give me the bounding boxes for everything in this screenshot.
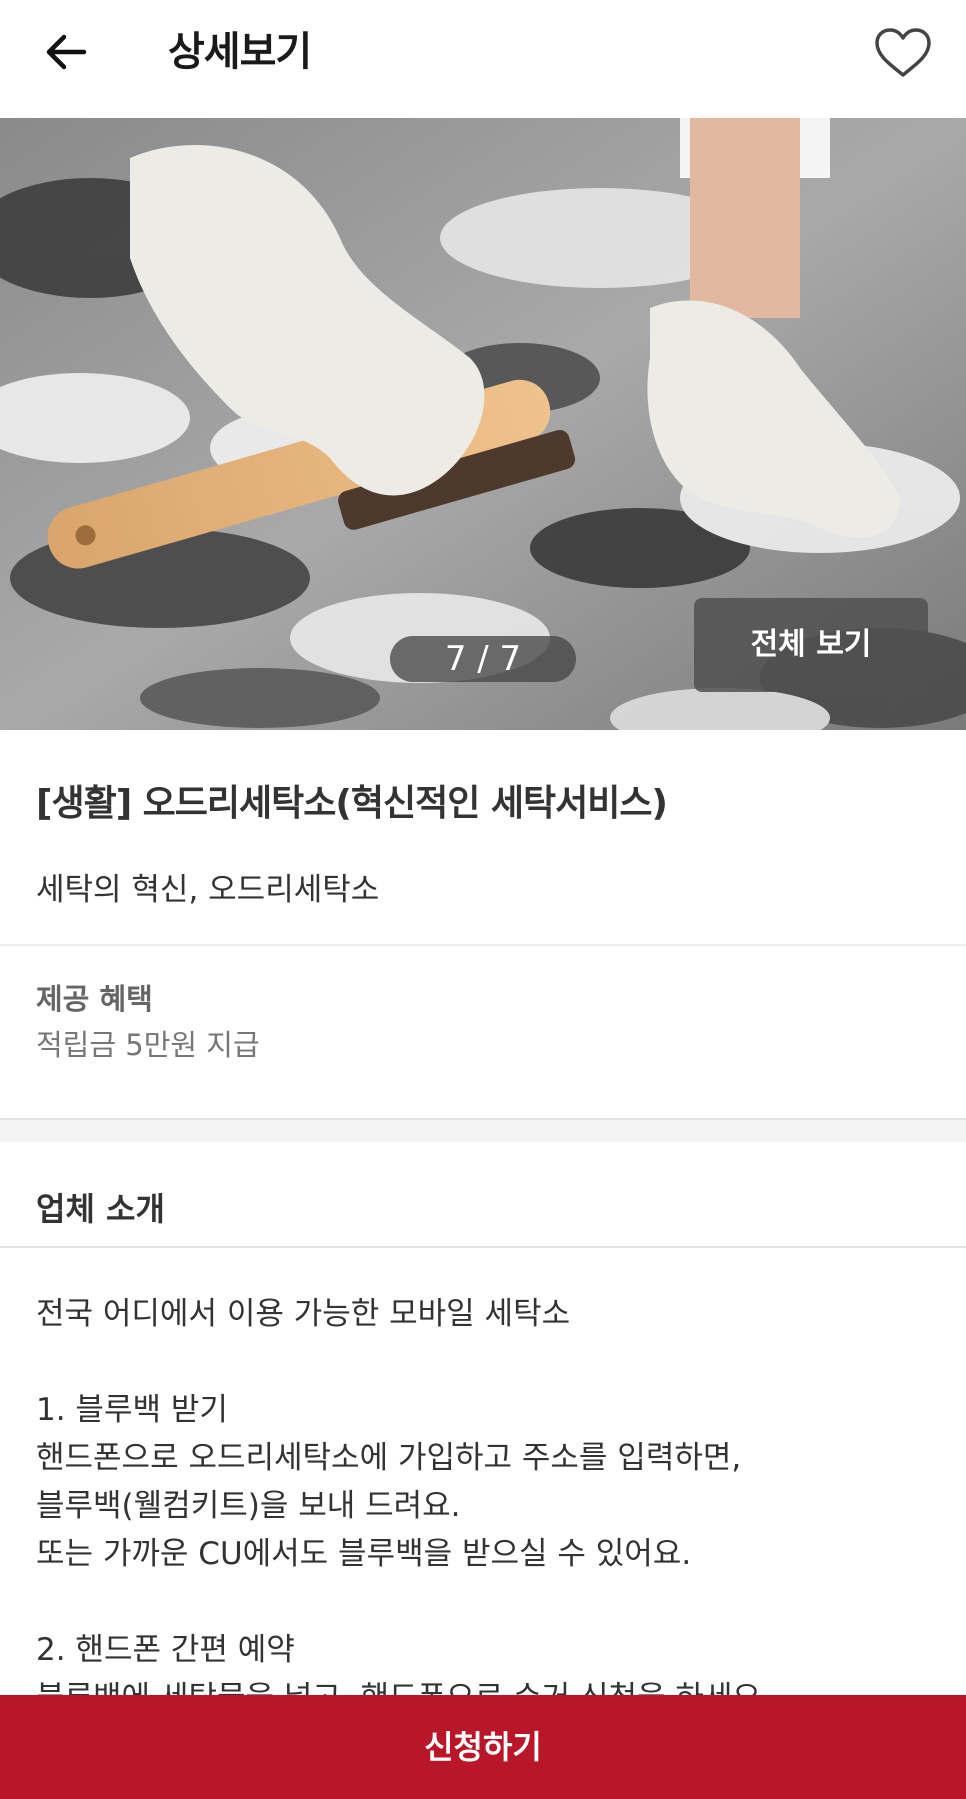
benefit-value: 적립금 5만원 지급 <box>36 1028 260 1062</box>
intro-line: 전국 어디에서 이용 가능한 모바일 세탁소 <box>36 1296 571 1332</box>
intro-line <box>36 1338 936 1386</box>
intro-description: 전국 어디에서 이용 가능한 모바일 세탁소 1. 블루백 받기 핸드폰으로 오… <box>36 1290 936 1722</box>
intro-line: 핸드폰으로 오드리세탁소에 가입하고 주소를 입력하면, <box>36 1440 742 1476</box>
back-button[interactable] <box>36 22 96 82</box>
product-subtitle: 세탁의 혁신, 오드리세탁소 <box>36 872 380 908</box>
top-bar: 상세보기 <box>0 0 966 118</box>
heart-outline-icon <box>875 28 931 77</box>
apply-button[interactable]: 신청하기 <box>0 1695 966 1799</box>
gallery-counter: 7 / 7 <box>390 636 576 682</box>
intro-line <box>36 1578 936 1626</box>
intro-line: 블루백(웰컴키트)을 보내 드려요. <box>36 1488 461 1524</box>
product-title: [생활] 오드리세탁소(혁신적인 세탁서비스) <box>36 783 668 824</box>
favorite-button[interactable] <box>872 22 934 84</box>
intro-line: 1. 블루백 받기 <box>36 1392 228 1428</box>
page-title: 상세보기 <box>168 29 312 75</box>
view-all-button[interactable]: 전체 보기 <box>694 598 928 692</box>
arrow-left-icon <box>46 34 87 70</box>
intro-line: 2. 핸드폰 간편 예약 <box>36 1632 295 1668</box>
section-gap <box>0 1118 966 1142</box>
section-title-intro: 업체 소개 <box>36 1190 165 1228</box>
intro-line: 또는 가까운 CU에서도 블루백을 받으실 수 있어요. <box>36 1536 692 1572</box>
benefit-label: 제공 혜택 <box>36 982 153 1016</box>
divider <box>0 944 966 946</box>
divider <box>0 1246 966 1248</box>
